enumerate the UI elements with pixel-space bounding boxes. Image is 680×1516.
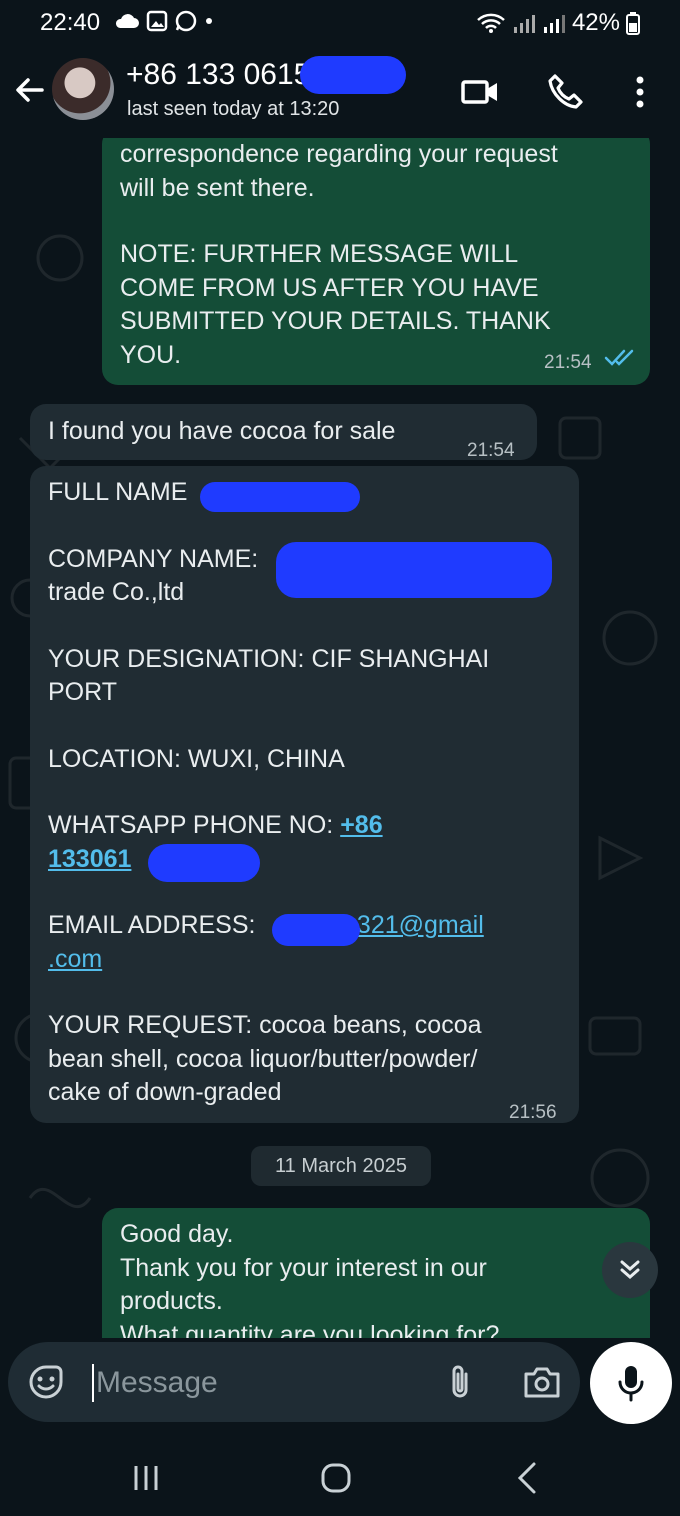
whatsapp-icon [175,10,197,32]
more-vertical-icon[interactable] [620,72,660,112]
system-nav-bar [0,1430,680,1516]
date-divider: 11 March 2025 [251,1146,431,1186]
sticker-icon[interactable] [28,1364,64,1400]
message-time: 21:56 [509,1102,557,1123]
composer-pill [8,1342,580,1422]
dot-icon [206,18,212,24]
phone-link[interactable]: +86 [340,811,382,839]
last-seen-status: last seen today at 13:20 [127,98,340,120]
status-bar: 22:40 42% [0,0,680,46]
home-icon[interactable] [316,1458,356,1498]
wifi-icon [477,13,505,33]
message-time: 21:54 [544,352,592,373]
mic-icon [618,1366,644,1402]
notification-icons [114,9,214,33]
scroll-to-bottom-button[interactable] [602,1242,658,1298]
video-call-icon[interactable] [460,72,500,112]
nav-back-icon[interactable] [508,1458,548,1498]
chevron-double-down-icon [620,1260,640,1279]
gallery-icon [146,10,168,32]
back-arrow-icon[interactable] [12,72,48,108]
double-check-icon [604,349,634,366]
company-label: COMPANY NAME: [48,544,259,573]
email-label: EMAIL ADDRESS: [48,911,263,939]
message-text: correspondence regarding your request wi… [120,140,558,202]
chat-header: +86 133 0615 last seen today at 13:20 [0,46,680,138]
signal-icon-2 [543,15,565,33]
redaction-mark [148,844,260,882]
incoming-message[interactable]: I found you have cocoa for sale 21:54 [30,404,537,461]
phone-line: WHATSAPP PHONE NO: +86 [48,809,561,843]
system-status: 42% [476,9,640,37]
designation-text: YOUR DESIGNATION: CIF SHANGHAI PORT [48,644,490,707]
phone-icon[interactable] [546,72,586,112]
attach-icon[interactable] [444,1362,476,1402]
message-text: Good day. Thank you for your interest in… [120,1220,500,1338]
incoming-message[interactable]: FULL NAME COMPANY NAME: trade Co.,ltd YO… [30,466,579,1123]
recent-apps-icon[interactable] [126,1458,166,1498]
message-time: 21:54 [467,440,515,461]
location-text: LOCATION: WUXI, CHINA [48,744,345,773]
request-text: YOUR REQUEST: cocoa beans, cocoa bean sh… [48,1011,482,1106]
full-name-label: FULL NAME [48,478,188,506]
message-list[interactable]: correspondence regarding your request wi… [0,138,680,1338]
status-time: 22:40 [40,9,101,36]
contact-phone[interactable]: +86 133 0615 [126,58,310,92]
camera-icon[interactable] [522,1364,562,1400]
voice-message-button[interactable] [590,1342,672,1424]
signal-icon [513,15,535,33]
composer [0,1338,680,1430]
redaction-mark [276,542,552,598]
email-line-2: .com [48,943,561,977]
redaction-mark [272,914,360,946]
battery-percent: 42% [571,9,620,36]
redaction-mark [200,482,360,512]
avatar[interactable] [52,58,114,120]
phone-link[interactable]: 133061 [48,845,131,873]
redaction-mark [300,56,406,94]
email-link[interactable]: s321@gmail [344,911,483,939]
message-text: I found you have cocoa for sale [48,417,396,445]
battery-icon [626,12,640,35]
message-input[interactable] [92,1364,412,1402]
email-link[interactable]: .com [48,945,102,973]
outgoing-message[interactable]: correspondence regarding your request wi… [102,138,650,385]
phone-line-2: 133061 [48,843,561,877]
cloud-icon [115,14,139,28]
phone-label: WHATSAPP PHONE NO: [48,811,341,839]
outgoing-message[interactable]: Good day. Thank you for your interest in… [102,1208,650,1338]
